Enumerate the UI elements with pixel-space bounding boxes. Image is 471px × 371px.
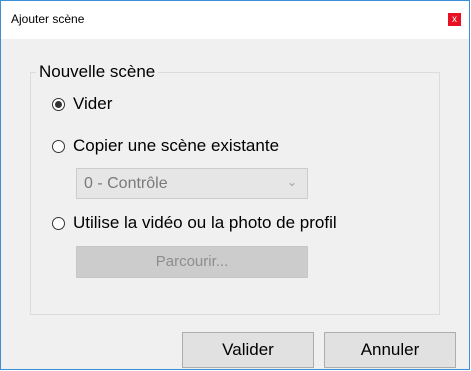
title-bar[interactable]: Ajouter scène x bbox=[1, 1, 469, 39]
radio-vider-indicator[interactable] bbox=[52, 97, 65, 111]
cancel-button[interactable]: Annuler bbox=[324, 332, 456, 368]
new-scene-legend: Nouvelle scène bbox=[39, 62, 156, 81]
dialog-title: Ajouter scène bbox=[11, 12, 85, 26]
close-button[interactable]: x bbox=[448, 13, 461, 26]
radio-utiliser[interactable]: Utilise la vidéo ou la photo de profil bbox=[52, 213, 337, 233]
radio-copier-label: Copier une scène existante bbox=[73, 136, 280, 155]
radio-copier-indicator[interactable] bbox=[52, 139, 65, 153]
radio-utiliser-indicator[interactable] bbox=[52, 216, 65, 230]
radio-copier[interactable]: Copier une scène existante bbox=[52, 136, 279, 156]
ok-button[interactable]: Valider bbox=[182, 332, 314, 368]
chevron-down-icon: ⌄ bbox=[286, 175, 297, 189]
radio-vider[interactable]: Vider bbox=[52, 94, 112, 114]
browse-button: Parcourir... bbox=[76, 246, 308, 278]
radio-utiliser-label: Utilise la vidéo ou la photo de profil bbox=[73, 213, 337, 232]
scene-select: 0 - Contrôle ⌄ bbox=[76, 168, 308, 199]
scene-select-value: 0 - Contrôle bbox=[84, 175, 168, 192]
dialog-window: Ajouter scène x Nouvelle scène Vider Cop… bbox=[0, 0, 470, 370]
radio-vider-label: Vider bbox=[73, 94, 113, 113]
